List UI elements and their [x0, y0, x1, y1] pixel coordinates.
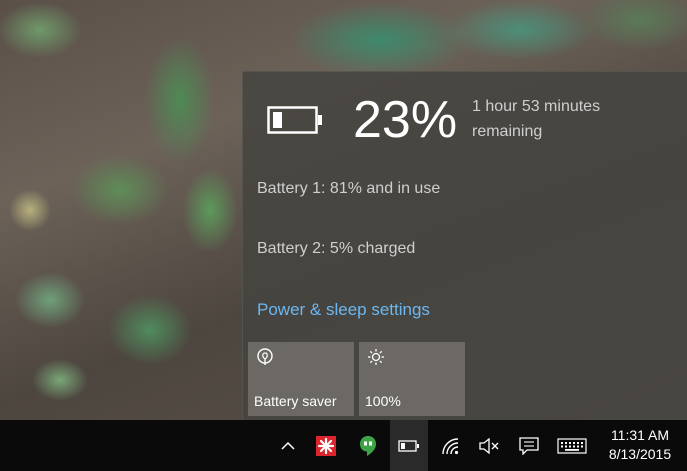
hangouts-icon [360, 435, 376, 456]
battery-status-icon [267, 106, 322, 134]
battery-icon [398, 439, 419, 452]
tray-touch-keyboard[interactable] [552, 420, 592, 471]
brightness-tile[interactable]: 100% [359, 342, 465, 416]
red-app-icon [316, 435, 336, 456]
brightness-label: 100% [365, 393, 401, 409]
time-remaining: 1 hour 53 minutes remaining [472, 98, 601, 140]
clock-date: 8/13/2015 [608, 446, 672, 462]
clock[interactable]: 11:31 AM 8/13/2015 [598, 426, 682, 464]
chevron-up-icon [281, 441, 295, 450]
tray-action-center[interactable] [514, 420, 544, 471]
brightness-icon [368, 349, 384, 365]
speaker-muted-icon [479, 437, 499, 454]
tray-hangouts[interactable] [354, 420, 382, 471]
tray-app-red[interactable] [312, 420, 340, 471]
wifi-icon [442, 437, 459, 454]
tray-battery[interactable] [390, 420, 428, 471]
clock-time: 11:31 AM [610, 427, 670, 443]
battery-1-status: Battery 1: 81% and in use [257, 180, 441, 197]
battery-2-status: Battery 2: 5% charged [257, 240, 416, 257]
battery-saver-label: Battery saver [254, 393, 337, 409]
power-sleep-settings-link[interactable]: Power & sleep settings [257, 300, 430, 320]
show-hidden-icons-button[interactable] [274, 420, 302, 471]
battery-percent: 23% [353, 91, 458, 149]
tray-volume[interactable] [474, 420, 504, 471]
battery-flyout: 23% 1 hour 53 minutes remaining Battery … [242, 71, 687, 421]
keyboard-icon [557, 437, 587, 454]
action-center-icon [519, 436, 539, 455]
battery-saver-tile[interactable]: Battery saver [248, 342, 354, 416]
tray-network[interactable] [436, 420, 466, 471]
taskbar: 11:31 AM 8/13/2015 [0, 420, 687, 471]
battery-saver-icon [257, 348, 273, 365]
